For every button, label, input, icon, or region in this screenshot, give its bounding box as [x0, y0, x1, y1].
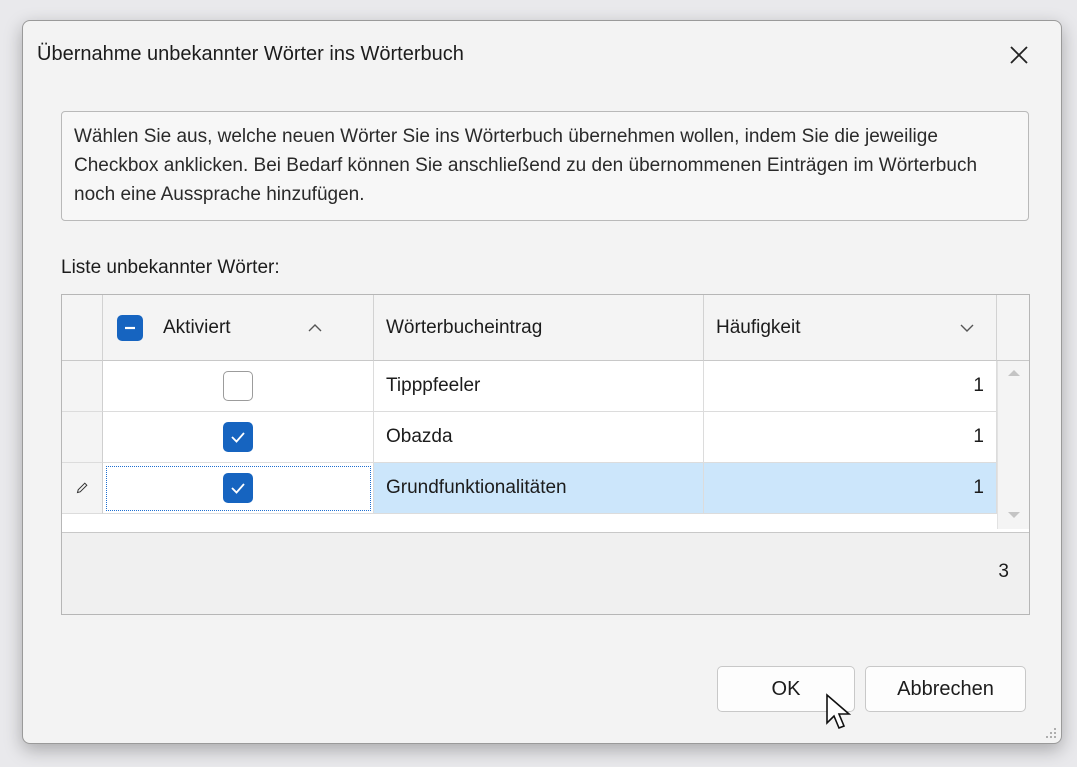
row-count-total: 3: [998, 561, 1009, 582]
resize-grip-icon[interactable]: [1043, 725, 1057, 739]
list-label: Liste unbekannter Wörter:: [61, 257, 280, 278]
dialog-title: Übernahme unbekannter Wörter ins Wörterb…: [37, 43, 464, 65]
vertical-scrollbar[interactable]: [997, 361, 1029, 529]
column-label-woerterbucheintrag: Wörterbucheintrag: [386, 316, 543, 338]
active-checkbox[interactable]: [223, 371, 253, 401]
close-icon: [1010, 46, 1028, 64]
column-label-haeufigkeit: Häufigkeit: [716, 316, 801, 338]
checkmark-icon: [231, 483, 245, 494]
table-row-entry[interactable]: Tipppfeeler: [374, 361, 704, 412]
chevron-up-icon: [308, 323, 322, 331]
column-header-haeufigkeit[interactable]: Häufigkeit: [704, 295, 997, 361]
table-row-checkbox-cell[interactable]: [103, 361, 374, 412]
row-header-corner: [62, 295, 103, 361]
close-button[interactable]: [1003, 39, 1035, 71]
row-header[interactable]: [62, 361, 103, 412]
row-header[interactable]: [62, 412, 103, 463]
scroll-down-arrow-icon[interactable]: [998, 505, 1030, 525]
checkmark-icon: [231, 432, 245, 443]
column-label-aktiviert: Aktiviert: [163, 316, 231, 338]
table-row-checkbox-cell[interactable]: [103, 463, 374, 514]
table-row-entry[interactable]: Grundfunktionalitäten: [374, 463, 704, 514]
table-row-frequency[interactable]: 1: [704, 412, 997, 463]
active-checkbox[interactable]: [223, 473, 253, 503]
header-filler: [997, 295, 1029, 361]
column-header-aktiviert[interactable]: Aktiviert: [103, 295, 374, 361]
select-all-checkbox[interactable]: [117, 314, 143, 341]
active-checkbox[interactable]: [223, 422, 253, 452]
dialog-window: Übernahme unbekannter Wörter ins Wörterb…: [22, 20, 1062, 744]
chevron-down-icon: [960, 324, 973, 332]
indeterminate-icon: [125, 326, 135, 329]
column-header-woerterbucheintrag[interactable]: Wörterbucheintrag: [374, 295, 704, 361]
words-grid: Aktiviert Wörterbucheintrag Häufigkeit T…: [61, 294, 1030, 615]
table-row-frequency[interactable]: 1: [704, 463, 997, 514]
table-row-entry[interactable]: Obazda: [374, 412, 704, 463]
row-header-editing[interactable]: [62, 463, 103, 514]
scroll-up-arrow-icon[interactable]: [998, 363, 1030, 383]
pencil-icon: [76, 482, 88, 494]
grid-summary-footer: 3: [62, 532, 1029, 614]
table-row-frequency[interactable]: 1: [704, 361, 997, 412]
mouse-pointer-icon: [826, 693, 852, 730]
table-row-checkbox-cell[interactable]: [103, 412, 374, 463]
info-text: Wählen Sie aus, welche neuen Wörter Sie …: [61, 111, 1029, 221]
cancel-button[interactable]: Abbrechen: [865, 666, 1026, 712]
